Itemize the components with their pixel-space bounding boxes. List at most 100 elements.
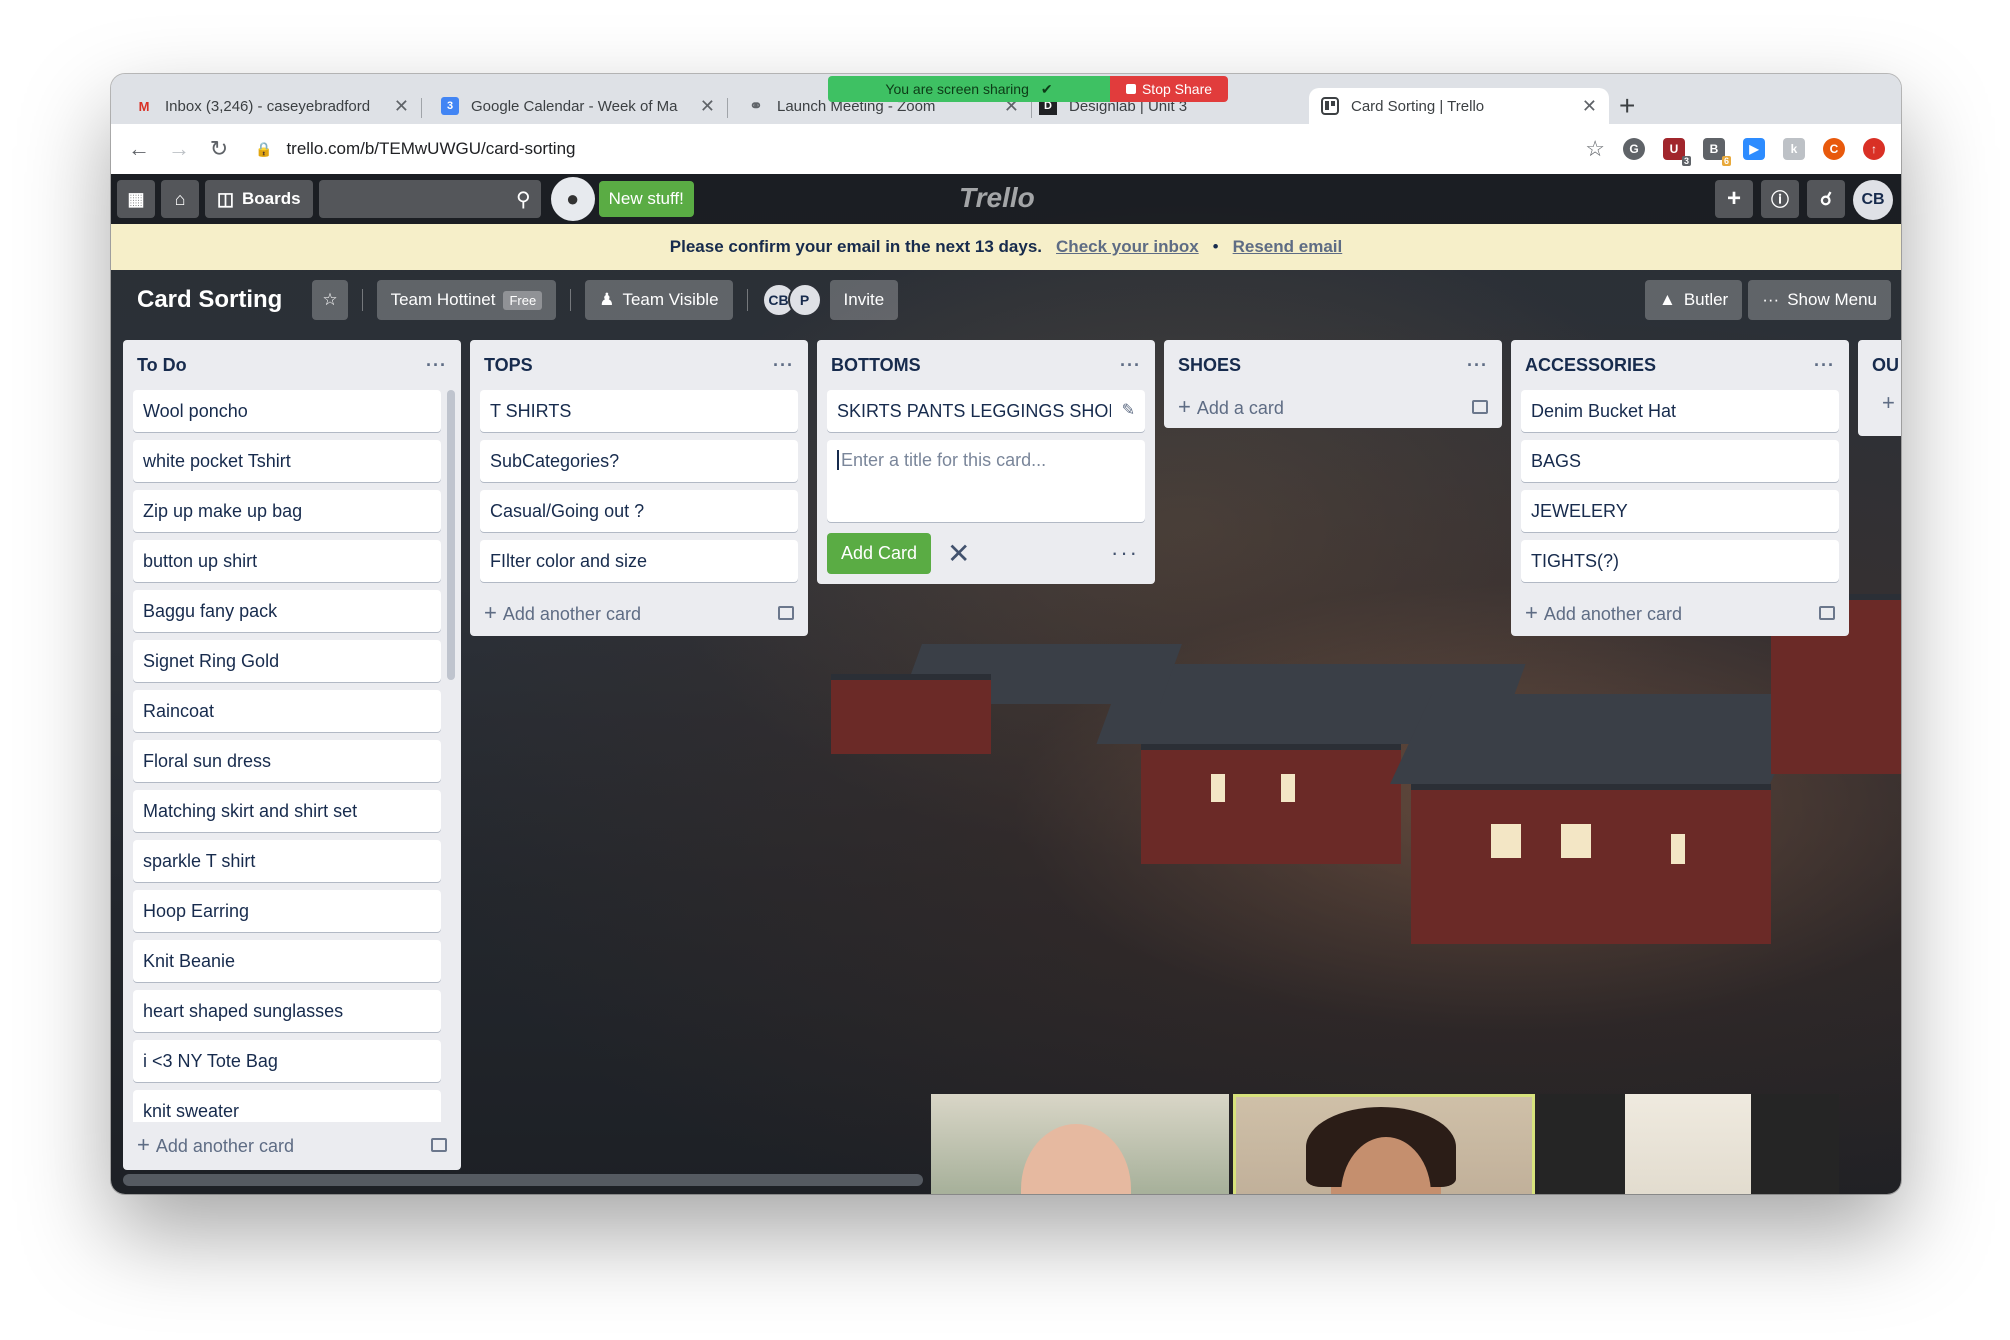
card[interactable]: Zip up make up bag [133, 490, 441, 532]
card[interactable]: Signet Ring Gold [133, 640, 441, 682]
card[interactable]: Denim Bucket Hat [1521, 390, 1839, 432]
butler-button[interactable]: ▲ Butler [1644, 280, 1743, 320]
new-card-composer[interactable]: Enter a title for this card... [827, 440, 1145, 522]
user-avatar[interactable]: CB [1853, 180, 1893, 220]
list-menu-icon[interactable]: ··· [773, 355, 794, 376]
close-tab-icon[interactable]: ✕ [1582, 96, 1597, 117]
list-title[interactable]: ACCESSORIES [1525, 355, 1656, 376]
list-header[interactable]: OU [1868, 340, 1901, 390]
new-tab-icon[interactable]: + [1619, 90, 1635, 122]
add-card-button[interactable]: + Add a card [1174, 386, 1492, 428]
add-card-button[interactable]: + Add another card [1521, 590, 1839, 636]
tab-trello[interactable]: Card Sorting | Trello ✕ [1309, 88, 1609, 124]
list-menu-icon[interactable]: ··· [1467, 355, 1488, 376]
close-tab-icon[interactable]: ✕ [700, 96, 715, 117]
list-title[interactable]: TOPS [484, 355, 533, 376]
taco-mascot-icon[interactable]: ● [550, 177, 595, 221]
card[interactable]: Knit Beanie [133, 940, 441, 982]
add-card-button[interactable]: + Add another card [133, 1122, 451, 1168]
member-avatar[interactable]: P [787, 283, 822, 317]
extension-5-icon[interactable]: k [1783, 138, 1805, 160]
show-menu-button[interactable]: ··· Show Menu [1748, 280, 1891, 320]
boards-button[interactable]: ◫ Boards [205, 180, 313, 218]
visibility-button[interactable]: ♟ Team Visible [585, 280, 733, 320]
card[interactable]: Casual/Going out ? [480, 490, 798, 532]
team-button[interactable]: Team Hottinet Free [376, 280, 557, 320]
add-card-submit-button[interactable]: Add Card [827, 532, 932, 574]
card[interactable]: Baggu fany pack [133, 590, 441, 632]
card[interactable]: knit sweater [133, 1090, 441, 1122]
background-scene [1561, 824, 1591, 858]
close-tab-icon[interactable]: ✕ [394, 96, 409, 117]
apps-grid-icon[interactable]: ▦ [117, 180, 155, 218]
list-header[interactable]: ACCESSORIES ··· [1521, 340, 1839, 390]
card[interactable]: Hoop Earring [133, 890, 441, 932]
bird-extension-icon[interactable]: B6 [1703, 138, 1731, 166]
add-card-button[interactable]: + Add another card [480, 590, 798, 636]
profile-avatar[interactable]: C [1823, 138, 1845, 160]
list-header[interactable]: BOTTOMS ··· [827, 340, 1145, 390]
stop-share-button[interactable]: Stop Share [1110, 76, 1228, 102]
card[interactable]: Wool poncho [133, 390, 441, 432]
card-template-icon[interactable] [431, 1138, 447, 1152]
close-icon[interactable]: ✕ [947, 537, 970, 570]
card[interactable]: SubCategories? [480, 440, 798, 482]
reload-icon[interactable]: ↻ [199, 136, 239, 162]
check-inbox-link[interactable]: Check your inbox [1056, 237, 1199, 257]
info-icon[interactable]: ⓘ [1761, 180, 1799, 218]
trello-logo[interactable]: Trello [959, 182, 1035, 214]
board-title[interactable]: Card Sorting [125, 286, 294, 314]
plus-icon[interactable]: + [1868, 390, 1901, 416]
card[interactable]: TIGHTS(?) [1521, 540, 1839, 582]
card[interactable]: JEWELERY [1521, 490, 1839, 532]
card-template-icon[interactable] [1472, 400, 1488, 414]
card-template-icon[interactable] [778, 606, 794, 620]
card[interactable]: white pocket Tshirt [133, 440, 441, 482]
tab-gmail[interactable]: M Inbox (3,246) - caseyebradford ✕ [123, 88, 421, 124]
update-icon[interactable]: ↑ [1863, 138, 1885, 160]
list-menu-icon[interactable]: ··· [1120, 355, 1141, 376]
address-bar[interactable]: 🔒 trello.com/b/TEMwUWGU/card-sorting [255, 131, 1585, 167]
zoom-extension-icon[interactable]: ▶ [1743, 138, 1765, 160]
card[interactable]: T SHIRTS [480, 390, 798, 432]
forward-icon[interactable]: → [159, 136, 199, 162]
edit-pencil-icon[interactable]: ✎ [1122, 400, 1135, 420]
card[interactable]: sparkle T shirt [133, 840, 441, 882]
resend-email-link[interactable]: Resend email [1233, 237, 1343, 257]
list-menu-icon[interactable]: ··· [1814, 355, 1835, 376]
stop-share-label: Stop Share [1141, 81, 1213, 97]
board-horizontal-scrollbar[interactable] [123, 1174, 923, 1186]
back-icon[interactable]: ← [119, 136, 159, 162]
card[interactable]: FIlter color and size [480, 540, 798, 582]
card[interactable]: SKIRTS PANTS LEGGINGS SHORTS ✎ [827, 390, 1145, 432]
card[interactable]: button up shirt [133, 540, 441, 582]
list-title[interactable]: SHOES [1178, 355, 1241, 376]
home-icon[interactable]: ⌂ [161, 180, 199, 218]
card[interactable]: heart shaped sunglasses [133, 990, 441, 1032]
search-input[interactable]: ⚲ [318, 180, 541, 218]
card-template-icon[interactable] [1819, 606, 1835, 620]
shield-extension-icon[interactable]: U3 [1663, 138, 1691, 166]
create-plus-icon[interactable]: + [1715, 180, 1753, 218]
bookmark-star-icon[interactable]: ☆ [1585, 136, 1605, 162]
list-title[interactable]: To Do [137, 355, 187, 376]
extension-1-icon[interactable]: G [1623, 138, 1645, 160]
card[interactable]: i <3 NY Tote Bag [133, 1040, 441, 1082]
tab-google-calendar[interactable]: 3 Google Calendar - Week of Ma ✕ [429, 88, 727, 124]
list-header[interactable]: SHOES ··· [1174, 340, 1492, 390]
notifications-bell-icon[interactable]: ☌ [1807, 180, 1845, 218]
card[interactable]: BAGS [1521, 440, 1839, 482]
star-board-icon[interactable]: ☆ [312, 280, 348, 320]
list-menu-icon[interactable]: ··· [426, 355, 447, 376]
more-options-icon[interactable]: ··· [1111, 540, 1145, 566]
card[interactable]: Floral sun dress [133, 740, 441, 782]
list-title[interactable]: OU [1872, 355, 1899, 376]
list-scrollbar[interactable] [447, 390, 455, 680]
invite-button[interactable]: Invite [829, 280, 899, 320]
card[interactable]: Raincoat [133, 690, 441, 732]
list-header[interactable]: To Do ··· [133, 340, 451, 390]
list-header[interactable]: TOPS ··· [480, 340, 798, 390]
new-stuff-button[interactable]: New stuff! [598, 181, 694, 217]
list-title[interactable]: BOTTOMS [831, 355, 921, 376]
card[interactable]: Matching skirt and shirt set [133, 790, 441, 832]
